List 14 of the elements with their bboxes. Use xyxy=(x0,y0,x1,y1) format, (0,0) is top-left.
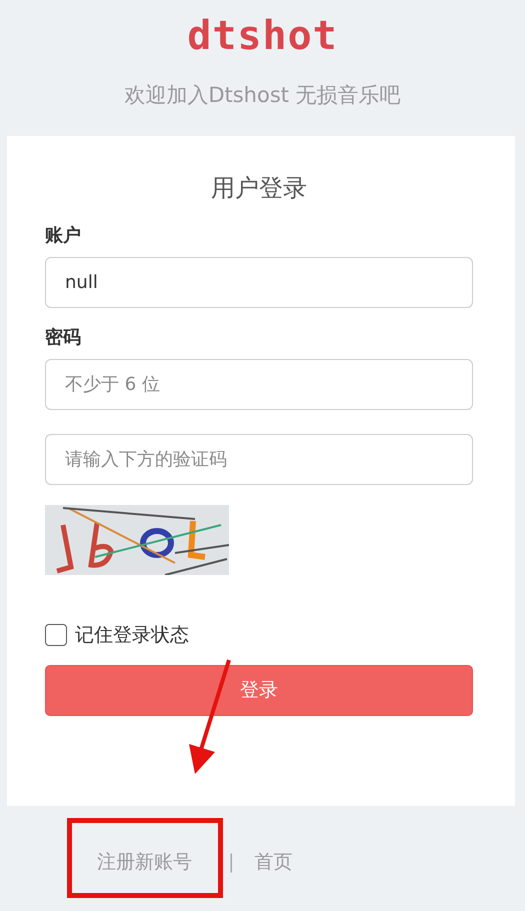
login-button[interactable]: 登录 xyxy=(45,665,473,716)
input-field[interactable]: 请输入下方的验证码 xyxy=(45,434,473,484)
field-label: 账户 xyxy=(45,224,82,248)
form-title: 用户登录 xyxy=(211,174,307,202)
field-label: 密码 xyxy=(45,326,82,350)
remember-checkbox[interactable] xyxy=(45,624,67,646)
remember-label[interactable]: 记住登录状态 xyxy=(75,620,189,649)
footer-link[interactable]: 注册新账号 xyxy=(97,848,192,876)
footer-link[interactable]: 首页 xyxy=(254,848,292,876)
input-field[interactable]: 不少于 6 位 xyxy=(45,358,473,410)
input-field[interactable]: null xyxy=(45,256,473,308)
logo: dtshot xyxy=(186,16,339,56)
separator: | xyxy=(228,850,234,874)
subtitle: 欢迎加入Dtshost 无损音乐吧 xyxy=(124,83,401,107)
